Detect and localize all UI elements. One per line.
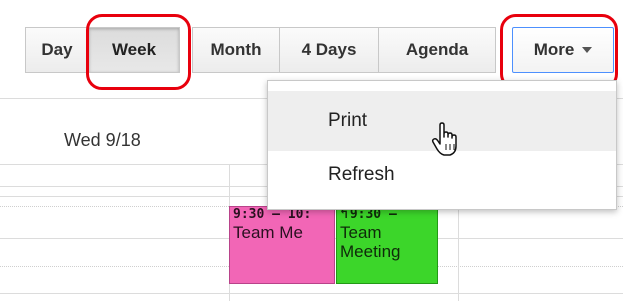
week-view-button[interactable]: Week [88,27,180,73]
event-team-meeting-green[interactable]: ↰ 9:30 – Team Meeting [336,206,438,284]
more-button-label: More [533,40,575,59]
more-button[interactable]: More [512,27,614,73]
event-title: Team Me [233,223,303,242]
menu-item-label: Print [328,110,368,131]
event-team-meeting-pink[interactable]: 9:30 – 10: Team Me [229,206,335,284]
four-days-view-button[interactable]: 4 Days [279,27,379,73]
chevron-down-icon [582,47,593,53]
menu-item-label: Refresh [328,164,395,185]
hand-pointer-icon [431,122,457,156]
event-title: Team Meeting [340,223,401,261]
day-column-header[interactable]: Wed 9/18 [64,130,141,151]
grid-line [0,293,623,294]
agenda-view-button[interactable]: Agenda [378,27,496,73]
month-view-button[interactable]: Month [192,27,280,73]
view-toolbar: Day Week Month 4 Days Agenda More [25,27,618,73]
day-view-button[interactable]: Day [25,27,89,73]
